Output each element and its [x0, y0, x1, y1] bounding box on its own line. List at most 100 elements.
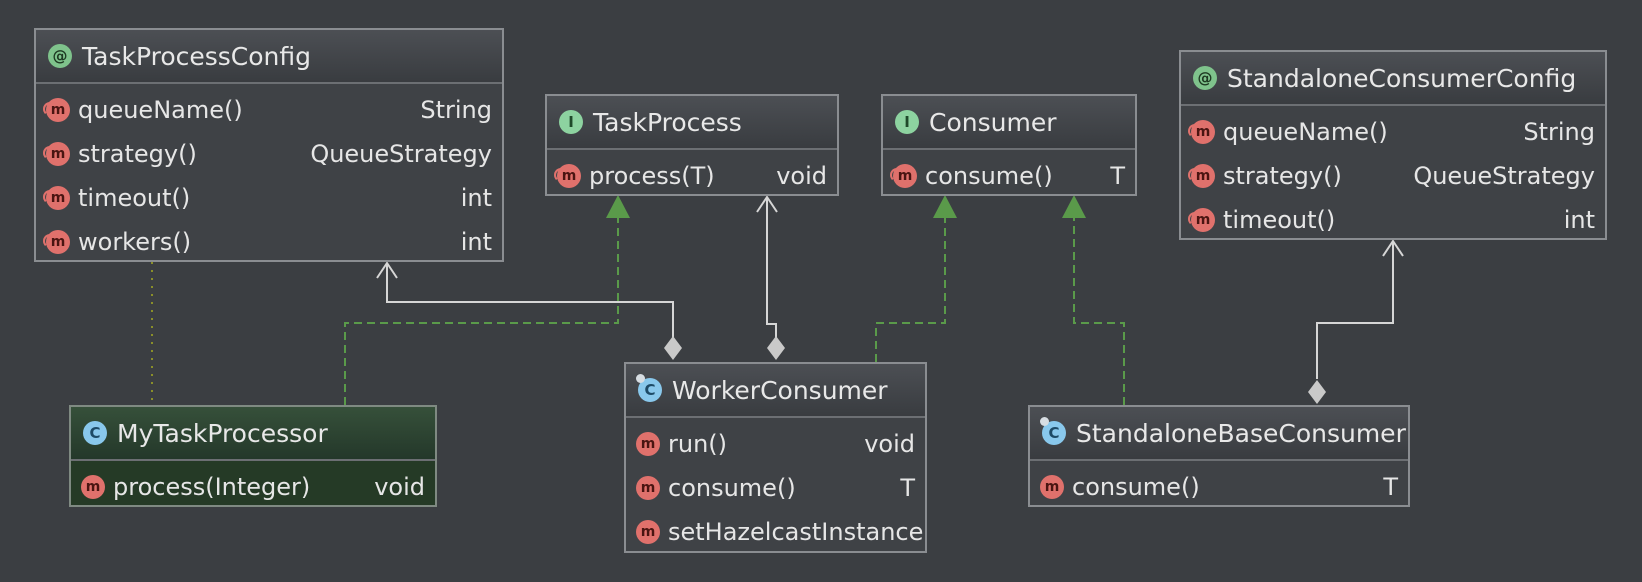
method-return-type: T [1110, 162, 1125, 190]
method-row[interactable]: m process(Integer) void [71, 465, 435, 505]
method-row[interactable]: m queueName() String [36, 88, 502, 132]
method-return-type: int [460, 228, 492, 256]
composition-diamond-1 [664, 336, 682, 360]
method-icon: m [43, 230, 70, 254]
class-title: MyTaskProcessor [117, 418, 328, 448]
method-icon: m [554, 164, 581, 188]
method-list: m process(Integer) void [71, 461, 435, 505]
method-row[interactable]: m timeout() int [1181, 198, 1605, 238]
method-return-type: void [776, 162, 827, 190]
composition-workerconsumer-taskprocess[interactable] [766, 198, 777, 338]
composition-diamond-2 [767, 336, 785, 360]
method-icon: m [1040, 475, 1064, 499]
class-node-header: I Consumer [883, 96, 1135, 150]
method-list: m queueName() String m strategy() QueueS… [36, 84, 502, 260]
composition-diamond-3 [1308, 380, 1326, 404]
method-row[interactable]: m queueName() String [1181, 110, 1605, 154]
composition-workerconsumer-taskprocessconfig[interactable] [386, 264, 674, 338]
method-name: workers() [78, 228, 192, 256]
method-name: process(Integer) [113, 473, 311, 501]
realization-standalonebaseconsumer-consumer[interactable] [1073, 218, 1125, 405]
method-row[interactable]: m consume() T [1030, 465, 1408, 505]
method-name: consume() [668, 474, 796, 502]
method-list: m queueName() String m strategy() QueueS… [1181, 106, 1605, 238]
class-node-standaloneconsumerconfig[interactable]: @ StandaloneConsumerConfig m queueName()… [1179, 50, 1607, 240]
annotation-icon: @ [1193, 66, 1217, 90]
method-name: consume() [1072, 473, 1200, 501]
method-return-type: QueueStrategy [1413, 162, 1595, 190]
class-node-header: I TaskProcess [547, 96, 837, 150]
method-list: m run() void m consume() T m setHazelcas… [626, 418, 925, 551]
class-node-taskprocess[interactable]: I TaskProcess m process(T) void [545, 94, 839, 196]
method-icon: m [636, 432, 660, 456]
method-return-type: T [900, 474, 915, 502]
class-node-header: C StandaloneBaseConsumer [1030, 407, 1408, 461]
method-icon: m [636, 520, 660, 544]
class-title: Consumer [929, 107, 1057, 137]
method-return-type: String [1523, 118, 1595, 146]
method-row[interactable]: m run() void [626, 422, 925, 466]
class-title: WorkerConsumer [672, 375, 888, 405]
method-row[interactable]: m timeout() int [36, 176, 502, 220]
realization-arrowhead-consumer-right [1062, 195, 1086, 218]
method-return-type: T [1383, 473, 1398, 501]
method-return-type: int [1563, 206, 1595, 234]
method-name: consume() [925, 162, 1053, 190]
method-icon: m [1188, 208, 1215, 232]
method-row[interactable]: m workers() int [36, 220, 502, 260]
method-list: m consume() T [1030, 461, 1408, 505]
method-name: process(T) [589, 162, 715, 190]
class-node-mytaskprocessor[interactable]: C MyTaskProcessor m process(Integer) voi… [69, 405, 437, 507]
composition-standalonebaseconsumer-config[interactable] [1316, 242, 1394, 379]
method-name: strategy() [78, 140, 197, 168]
method-icon: m [890, 164, 917, 188]
realization-arrowhead-taskprocess [606, 195, 630, 218]
annotation-icon: @ [48, 44, 72, 68]
class-node-header: C MyTaskProcessor [71, 407, 435, 461]
method-name: queueName() [78, 96, 243, 124]
method-list: m consume() T [883, 150, 1135, 194]
method-list: m process(T) void [547, 150, 837, 194]
method-return-type: QueueStrategy [310, 140, 492, 168]
abstract-class-icon: C [1040, 417, 1066, 445]
method-name: run() [668, 430, 728, 458]
class-node-header: C WorkerConsumer [626, 364, 925, 418]
class-node-header: @ StandaloneConsumerConfig [1181, 52, 1605, 106]
method-return-type: int [460, 184, 492, 212]
method-name: timeout() [1223, 206, 1336, 234]
interface-icon: I [895, 110, 919, 134]
abstract-class-icon: C [636, 374, 662, 402]
class-node-header: @ TaskProcessConfig [36, 30, 502, 84]
class-node-standalonebaseconsumer[interactable]: C StandaloneBaseConsumer m consume() T [1028, 405, 1410, 507]
method-row[interactable]: m consume() T [883, 154, 1135, 194]
method-icon: m [43, 186, 70, 210]
class-node-taskprocessconfig[interactable]: @ TaskProcessConfig m queueName() String… [34, 28, 504, 262]
class-node-workerconsumer[interactable]: C WorkerConsumer m run() void m consume(… [624, 362, 927, 553]
realization-workerconsumer-consumer[interactable] [875, 218, 946, 362]
method-return-type: void [374, 473, 425, 501]
method-icon: m [636, 476, 660, 500]
method-row[interactable]: m strategy() QueueStrategy [1181, 154, 1605, 198]
class-title: TaskProcessConfig [82, 41, 312, 71]
class-node-consumer[interactable]: I Consumer m consume() T [881, 94, 1137, 196]
method-name: queueName() [1223, 118, 1388, 146]
class-title: TaskProcess [593, 107, 742, 137]
method-icon: m [43, 98, 70, 122]
method-icon: m [1188, 164, 1215, 188]
method-name: strategy() [1223, 162, 1342, 190]
class-title: StandaloneConsumerConfig [1227, 63, 1577, 93]
method-return-type: void [864, 430, 915, 458]
method-icon: m [1188, 120, 1215, 144]
interface-icon: I [559, 110, 583, 134]
method-name: timeout() [78, 184, 191, 212]
method-row[interactable]: m process(T) void [547, 154, 837, 194]
class-title: StandaloneBaseConsumer [1076, 418, 1406, 448]
realization-arrowhead-consumer-left [933, 195, 957, 218]
method-row[interactable]: m consume() T [626, 466, 925, 510]
class-icon: C [83, 421, 107, 445]
method-name: setHazelcastInstance [668, 518, 924, 546]
method-icon: m [43, 142, 70, 166]
method-row[interactable]: m setHazelcastInstance [626, 510, 925, 551]
method-row[interactable]: m strategy() QueueStrategy [36, 132, 502, 176]
method-return-type: String [420, 96, 492, 124]
